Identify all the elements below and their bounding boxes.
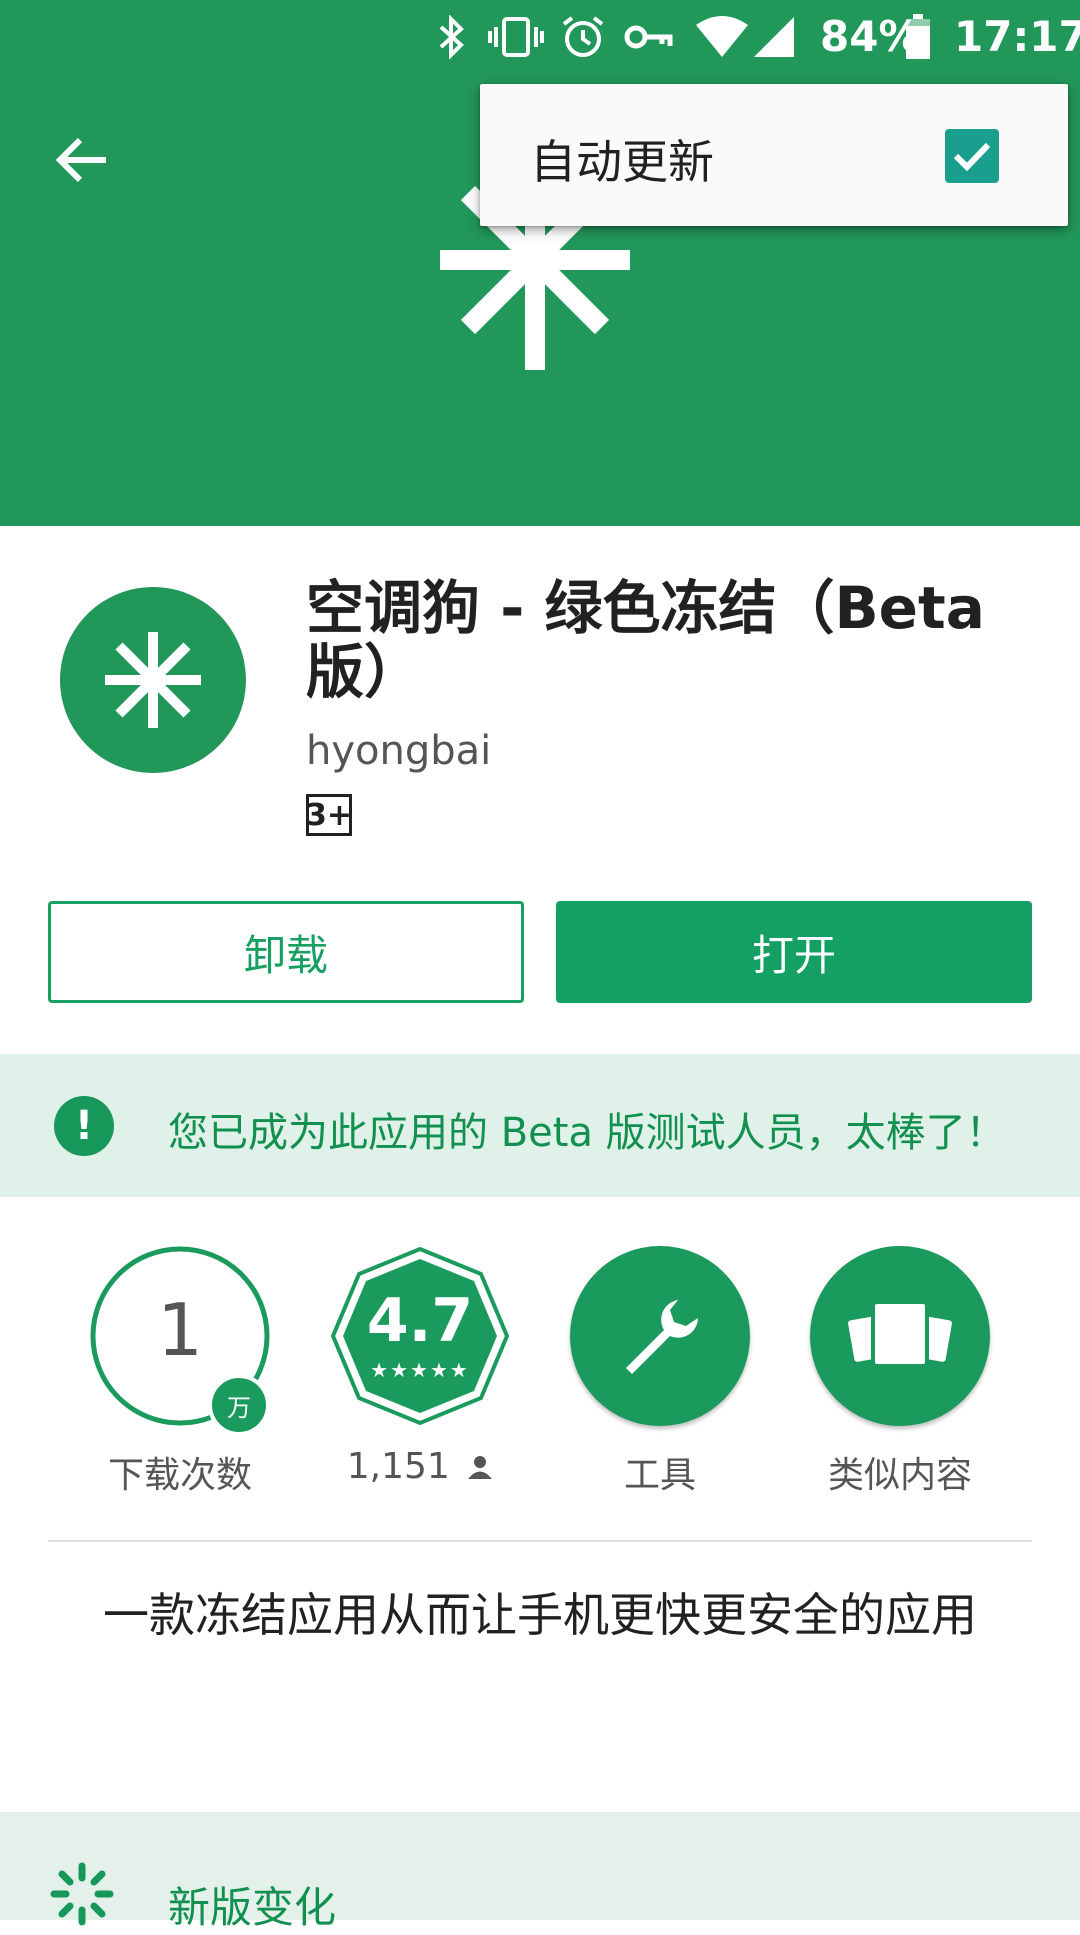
auto-update-label: 自动更新: [530, 135, 714, 189]
category-stat[interactable]: 工具: [570, 1246, 770, 1506]
similar-circle: [810, 1246, 990, 1426]
rating-count: 1,151: [346, 1446, 450, 1487]
clock: 17:17: [954, 12, 1080, 61]
app-description[interactable]: 一款冻结应用从而让手机更快更安全的应用: [90, 1576, 990, 1654]
vibrate-icon: [488, 14, 544, 60]
signal-icon: [752, 14, 796, 60]
downloads-value: 1: [157, 1288, 203, 1372]
rating-stat[interactable]: 4.7 ★★★★★ 1,151: [330, 1246, 530, 1506]
overflow-menu: 自动更新: [480, 84, 1068, 226]
vpn-key-icon: [624, 14, 674, 60]
rating-value: 4.7: [366, 1286, 474, 1356]
open-button[interactable]: 打开: [556, 901, 1032, 1003]
whats-new-title: 新版变化: [168, 1883, 337, 1932]
similar-stat[interactable]: 类似内容: [810, 1246, 1010, 1506]
person-icon: [467, 1448, 493, 1489]
rating-stars: ★★★★★: [370, 1358, 470, 1382]
downloads-stat: 1 万 下载次数: [90, 1246, 290, 1506]
wifi-icon: [694, 14, 750, 60]
beta-tester-message: 您已成为此应用的 Beta 版测试人员，太棒了！: [168, 1110, 1006, 1156]
downloads-unit-badge: 万: [208, 1374, 270, 1436]
status-bar: 84% 17:17: [0, 0, 1080, 74]
developer-name[interactable]: hyongbai: [306, 728, 491, 774]
auto-update-menu-item[interactable]: 自动更新: [480, 84, 1068, 226]
uninstall-button[interactable]: 卸载: [48, 901, 524, 1003]
back-button[interactable]: [40, 118, 124, 202]
alarm-icon: [560, 14, 606, 60]
auto-update-checkbox[interactable]: [945, 129, 999, 183]
category-label: 工具: [623, 1455, 696, 1496]
sparkle-icon: [50, 1862, 114, 1926]
wrench-icon: [626, 1300, 698, 1374]
whats-new-section[interactable]: 新版变化: [0, 1812, 1080, 1932]
downloads-unit: 万: [227, 1393, 251, 1422]
rating-count-row: 1,151: [310, 1446, 530, 1489]
beta-tester-banner: ! 您已成为此应用的 Beta 版测试人员，太棒了！: [0, 1054, 1080, 1197]
exclamation-icon: !: [54, 1096, 114, 1156]
bluetooth-icon: [432, 14, 472, 60]
downloads-label: 下载次数: [107, 1455, 252, 1496]
app-header-banner: [0, 0, 1080, 526]
category-circle: [570, 1246, 750, 1426]
arrow-left-icon: [56, 137, 106, 183]
divider: [48, 1540, 1032, 1542]
battery-icon: [903, 14, 933, 60]
cards-icon: [848, 1300, 952, 1368]
snowflake-icon: [105, 632, 201, 728]
similar-label: 类似内容: [827, 1455, 972, 1496]
checkmark-icon: [953, 142, 991, 172]
app-icon: [60, 587, 246, 773]
age-rating-badge: 3+: [306, 794, 352, 836]
app-title: 空调狗 - 绿色冻结（Beta版）: [306, 574, 985, 706]
